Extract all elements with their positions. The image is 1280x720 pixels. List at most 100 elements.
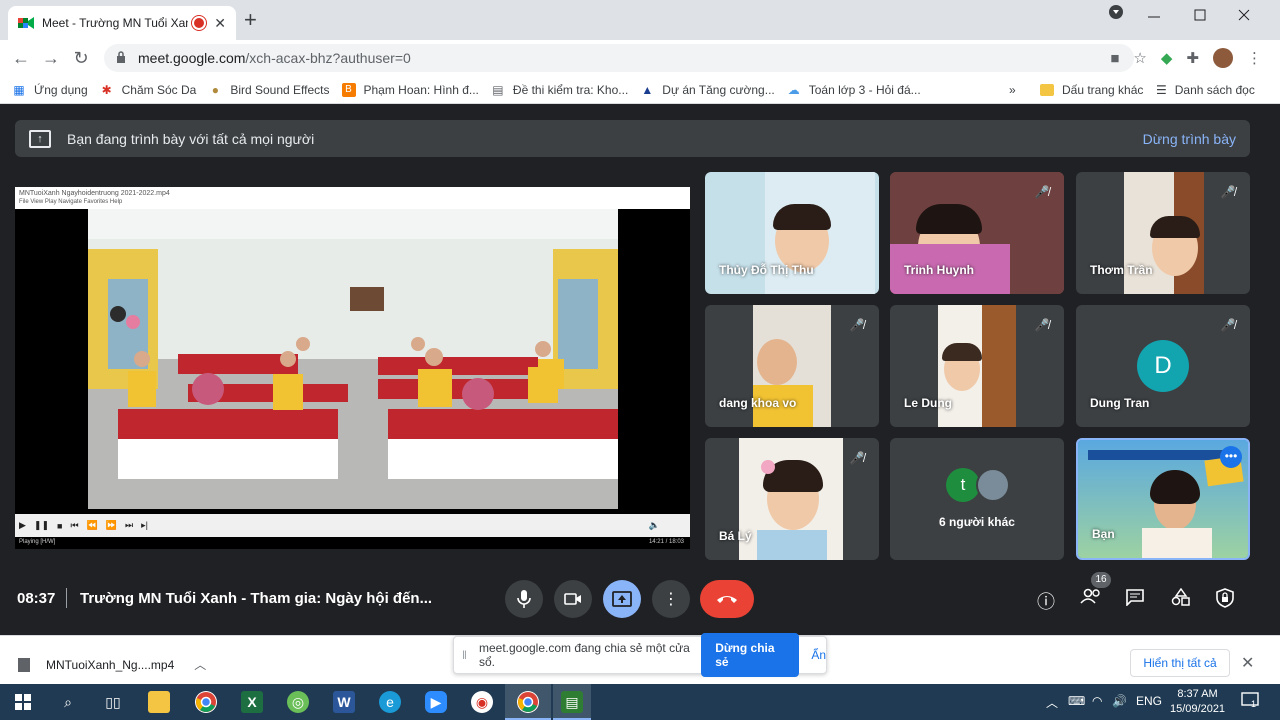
people-icon[interactable] bbox=[1078, 588, 1104, 609]
participant-tile[interactable]: 🎤̸ Le Dung bbox=[890, 305, 1064, 427]
bookmark-item[interactable]: ▲ Dự án Tăng cường... bbox=[640, 83, 774, 97]
video-frame bbox=[88, 209, 618, 509]
volume-icon[interactable]: 🔈 bbox=[649, 520, 660, 531]
presenting-banner: ↑ Bạn đang trình bày với tất cả mọi ngườ… bbox=[15, 120, 1250, 157]
tab-close-icon[interactable]: ✕ bbox=[214, 15, 226, 32]
tab-search-icon[interactable] bbox=[1108, 4, 1124, 25]
participant-tile[interactable]: D 🎤̸ Dung Tran bbox=[1076, 305, 1250, 427]
wifi-icon[interactable]: ◠ bbox=[1092, 694, 1102, 708]
activities-icon[interactable] bbox=[1168, 587, 1194, 611]
mic-off-icon: 🎤̸ bbox=[1220, 185, 1236, 199]
maximize-icon[interactable] bbox=[1194, 8, 1206, 26]
media-player-icon[interactable]: ▤ bbox=[561, 691, 583, 713]
bookmark-item[interactable]: ☁ Toán lớp 3 - Hỏi đá... bbox=[787, 83, 921, 97]
network-device-icon[interactable]: ⌨ bbox=[1068, 694, 1085, 708]
stop-sharing-button[interactable]: Dừng chia sẻ bbox=[701, 633, 800, 677]
participant-tile[interactable]: Thủy Đỗ Thị Thu bbox=[705, 172, 879, 294]
back-icon[interactable]: ← bbox=[6, 48, 36, 69]
participant-tile[interactable]: 🎤̸ dang khoa vo bbox=[705, 305, 879, 427]
stop-icon[interactable]: ■ bbox=[57, 521, 62, 531]
chat-app-icon[interactable]: ◉ bbox=[471, 691, 493, 713]
self-tile[interactable]: ••• Bạn bbox=[1076, 438, 1250, 560]
bookmark-item[interactable]: ● Bird Sound Effects bbox=[208, 83, 330, 97]
zoom-icon[interactable]: ▶ bbox=[425, 691, 447, 713]
folder-icon bbox=[1040, 84, 1054, 96]
other-bookmarks-folder[interactable]: Dấu trang khác bbox=[1040, 76, 1143, 104]
classroom-scene-image bbox=[88, 209, 618, 509]
minimize-icon[interactable] bbox=[1148, 10, 1160, 28]
menu-kebab-icon[interactable]: ⋮ bbox=[1247, 49, 1262, 67]
host-controls-icon[interactable] bbox=[1212, 588, 1238, 613]
bookmarks-more-button[interactable]: » bbox=[1009, 76, 1016, 104]
tab-meet[interactable]: Meet - Trường MN Tuổi Xanh ✕ bbox=[8, 6, 236, 40]
notification-center-icon[interactable]: 1 bbox=[1241, 691, 1259, 712]
recording-indicator-icon bbox=[194, 18, 205, 28]
bookmark-star-icon[interactable]: ☆ bbox=[1133, 49, 1146, 67]
participant-tile[interactable]: 🎤̸ Trinh Huynh bbox=[890, 172, 1064, 294]
edge-icon[interactable]: e bbox=[379, 691, 401, 713]
reading-list-button[interactable]: ☰ Danh sách đọc bbox=[1156, 76, 1255, 104]
system-clock[interactable]: 8:37 AM 15/09/2021 bbox=[1170, 687, 1225, 717]
profile-avatar[interactable] bbox=[1213, 48, 1233, 68]
extensions-icon[interactable]: ✚ bbox=[1186, 49, 1199, 67]
more-options-button[interactable]: ⋮ bbox=[652, 580, 690, 618]
microphone-button[interactable] bbox=[505, 580, 543, 618]
bookmark-item[interactable]: ▤ Đề thi kiểm tra: Kho... bbox=[491, 83, 628, 97]
previous-icon[interactable]: ⏮ bbox=[70, 520, 78, 531]
rewind-icon[interactable]: ⏪ bbox=[87, 520, 98, 531]
file-explorer-icon[interactable] bbox=[148, 691, 170, 713]
chevron-up-icon[interactable]: ︿ bbox=[194, 656, 206, 673]
windows-start-icon[interactable] bbox=[12, 691, 34, 713]
bookmark-item[interactable]: B Phạm Hoan: Hình đ... bbox=[341, 82, 479, 97]
meeting-details-icon[interactable]: ⓘ bbox=[1033, 588, 1059, 614]
drag-handle-icon[interactable]: ‖ bbox=[462, 648, 467, 662]
forward-icon[interactable]: → bbox=[36, 48, 66, 69]
more-options-icon[interactable]: ••• bbox=[1220, 446, 1242, 468]
word-icon[interactable]: W bbox=[333, 691, 355, 713]
hang-up-icon bbox=[717, 596, 737, 603]
hide-button[interactable]: Ẩn bbox=[811, 648, 826, 662]
chrome-icon[interactable] bbox=[195, 691, 217, 713]
app-icon[interactable]: ◎ bbox=[287, 691, 309, 713]
input-language[interactable]: ENG bbox=[1136, 694, 1162, 708]
leave-call-button[interactable] bbox=[700, 580, 754, 618]
meeting-controls: 08:37 Trường MN Tuổi Xanh - Tham gia: Ng… bbox=[0, 560, 1280, 635]
participant-name: Trinh Huynh bbox=[904, 263, 974, 277]
bookmark-apps[interactable]: ▦ Ứng dụng bbox=[12, 83, 87, 97]
participant-tile[interactable]: 🎤̸ Thơm Trần bbox=[1076, 172, 1250, 294]
close-download-shelf-icon[interactable]: ✕ bbox=[1241, 653, 1254, 673]
present-screen-icon: ↑ bbox=[29, 129, 51, 148]
bookmark-item[interactable]: ✱ Chăm Sóc Da bbox=[100, 83, 197, 97]
fast-forward-icon[interactable]: ⏩ bbox=[106, 520, 117, 531]
pause-icon[interactable]: ❚❚ bbox=[34, 520, 49, 531]
shield-extension-icon[interactable]: ◆ bbox=[1161, 49, 1173, 67]
others-tile[interactable]: t 6 người khác bbox=[890, 438, 1064, 560]
show-all-downloads-button[interactable]: Hiển thị tất cả bbox=[1130, 649, 1230, 677]
camera-button[interactable] bbox=[554, 580, 592, 618]
next-icon[interactable]: ⏭ bbox=[125, 520, 133, 531]
present-now-button[interactable] bbox=[603, 580, 641, 618]
camera-in-use-icon[interactable]: ■ bbox=[1110, 50, 1119, 67]
participant-tile[interactable]: 🎤̸ Bá Lý bbox=[705, 438, 879, 560]
participant-name: Thủy Đỗ Thị Thu bbox=[719, 263, 814, 277]
tab-title: Meet - Trường MN Tuổi Xanh bbox=[42, 16, 189, 30]
chat-icon[interactable] bbox=[1122, 588, 1148, 611]
volume-icon[interactable]: 🔊 bbox=[1112, 694, 1127, 708]
task-view-icon[interactable]: ▯▯ bbox=[102, 691, 124, 713]
shared-screen: MNTuoiXanh Ngayhoidentruong 2021-2022.mp… bbox=[15, 187, 690, 549]
reload-icon[interactable]: ↻ bbox=[66, 48, 96, 69]
others-count: 6 người khác bbox=[939, 515, 1015, 529]
address-bar[interactable]: meet.google.com/xch-acax-bhz?authuser=0 bbox=[104, 44, 1134, 72]
player-status-bar: Playing [H/W] 14:21 / 18:03 bbox=[15, 537, 690, 549]
play-icon[interactable]: ▶ bbox=[19, 520, 26, 531]
new-tab-button[interactable]: + bbox=[244, 9, 257, 31]
document-icon: ▤ bbox=[492, 82, 504, 97]
download-item[interactable]: MNTuoiXanh_Ng....mp4 ︿ bbox=[18, 656, 206, 673]
stop-presenting-button[interactable]: Dừng trình bày bbox=[1143, 131, 1236, 147]
search-icon[interactable]: ⌕ bbox=[57, 691, 79, 713]
excel-icon[interactable]: X bbox=[241, 691, 263, 713]
window-close-icon[interactable] bbox=[1238, 8, 1250, 26]
tray-overflow-icon[interactable]: ︿ bbox=[1046, 694, 1058, 711]
chrome-active-icon[interactable] bbox=[517, 691, 539, 713]
frame-step-icon[interactable]: ▸| bbox=[141, 520, 148, 531]
